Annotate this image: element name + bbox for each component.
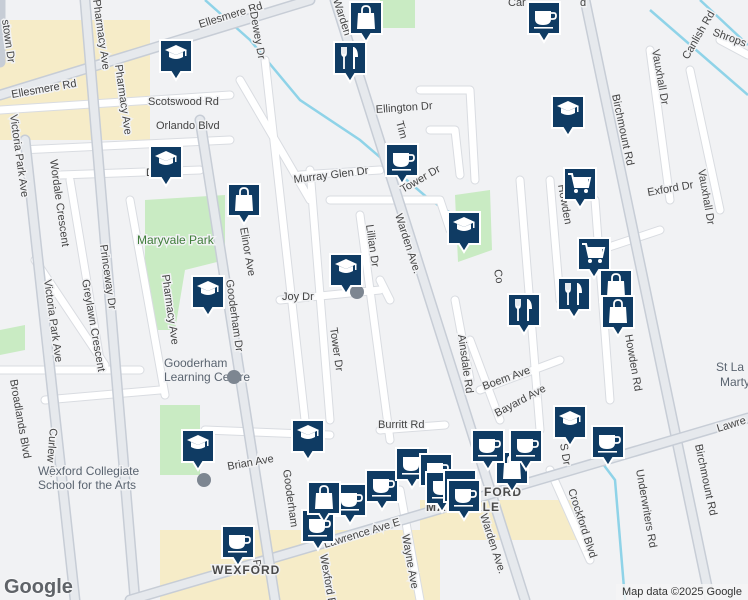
- cafe-marker[interactable]: [526, 0, 562, 44]
- google-logo: Google: [4, 576, 73, 598]
- school-poi-icon[interactable]: [197, 473, 211, 487]
- street-label: Lawre: [715, 415, 747, 435]
- street-label: Birchmount Rd: [692, 443, 719, 517]
- school-marker[interactable]: [180, 428, 216, 472]
- cafe-marker[interactable]: [470, 428, 506, 472]
- school-marker[interactable]: [446, 210, 482, 254]
- street-label: Tim: [393, 120, 409, 140]
- map-attribution[interactable]: Map data ©2025 Google: [615, 584, 748, 600]
- street-label: Underwriters Rd: [633, 468, 659, 548]
- maryvale-park-label: Maryvale Park: [137, 233, 215, 247]
- creek: [599, 459, 627, 600]
- school-marker[interactable]: [148, 144, 184, 188]
- shopping-marker[interactable]: [226, 182, 262, 226]
- street-label: Murray Glen Dr: [293, 165, 369, 186]
- restaurant-marker[interactable]: [332, 40, 368, 84]
- cafe-marker[interactable]: [446, 478, 482, 522]
- wexford-collegiate-label: School for the Arts: [38, 478, 136, 492]
- street-label: Car: [508, 0, 526, 9]
- street-label: Joy Dr: [282, 291, 314, 303]
- shopping-marker[interactable]: [600, 294, 636, 338]
- school-marker[interactable]: [190, 274, 226, 318]
- school-marker[interactable]: [552, 404, 588, 448]
- street-label: Boem Ave: [481, 364, 532, 392]
- street-label: Ellington Dr: [375, 100, 433, 116]
- school-marker[interactable]: [328, 252, 364, 296]
- street-label: Orlando Blvd: [156, 120, 220, 132]
- shopping-marker[interactable]: [306, 480, 342, 524]
- street-label: Broadlands Blvd: [7, 378, 33, 459]
- street-label: Burritt Rd: [378, 419, 424, 431]
- cafe-marker[interactable]: [220, 524, 256, 568]
- street-label: d: [580, 0, 586, 9]
- shopping-marker[interactable]: [348, 0, 384, 44]
- park-area: [380, 0, 415, 28]
- wexford-collegiate-label: Wexford Collegiate: [38, 464, 139, 478]
- street-label: Howden Rd: [622, 333, 644, 392]
- street-label: Scotswood Rd: [148, 96, 219, 108]
- street-label: Gooderham: [280, 469, 300, 528]
- gooderham-learning-centre-label: Gooderham: [164, 356, 227, 370]
- school-marker[interactable]: [550, 94, 586, 138]
- restaurant-marker[interactable]: [506, 292, 542, 336]
- street-label: Elinor Ave: [237, 226, 257, 277]
- park-area: [0, 325, 25, 355]
- st-lawrence-label: Martyr: [720, 375, 748, 389]
- grocery-marker[interactable]: [576, 236, 612, 280]
- cafe-marker[interactable]: [384, 142, 420, 186]
- restaurant-marker[interactable]: [556, 276, 592, 320]
- school-poi-icon[interactable]: [227, 370, 241, 384]
- school-marker[interactable]: [290, 418, 326, 462]
- grocery-marker[interactable]: [562, 166, 598, 210]
- cafe-marker[interactable]: [590, 424, 626, 468]
- street-label: Co: [491, 268, 505, 284]
- cafe-marker[interactable]: [508, 428, 544, 472]
- street-label: Princeway Dr: [97, 244, 118, 311]
- st-lawrence-label: St La: [716, 360, 744, 374]
- school-marker[interactable]: [158, 38, 194, 82]
- street-label: Warden Ave.: [392, 212, 423, 275]
